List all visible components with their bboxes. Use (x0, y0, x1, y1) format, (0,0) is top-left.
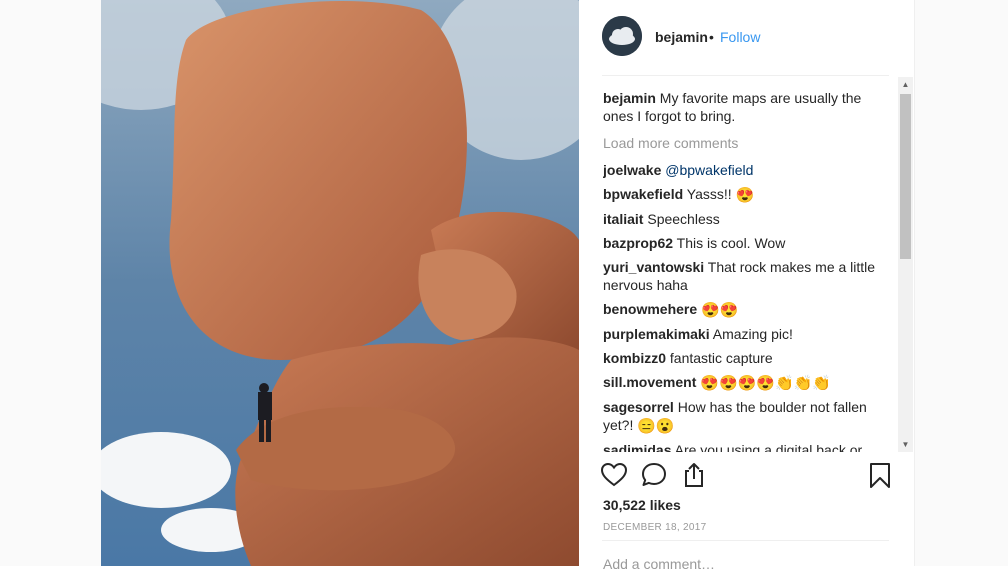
comment-item: sadimidas Are you using a digital back o… (603, 441, 889, 452)
post-date: DECEMBER 18, 2017 (603, 522, 707, 533)
share-icon (685, 463, 703, 487)
comment-item: sagesorrel How has the boulder not falle… (603, 398, 889, 435)
post-photo[interactable] (101, 0, 579, 566)
comment-username[interactable]: joelwake (603, 162, 661, 178)
comment-item: joelwake @bpwakefield (603, 161, 889, 179)
comment-item: sill.movement 😍😍😍😍👏👏👏 (603, 373, 889, 392)
add-comment-input[interactable]: Add a comment… (603, 556, 715, 572)
comment-username[interactable]: sill.movement (603, 374, 696, 390)
comment-item: bazprop62 This is cool. Wow (603, 234, 889, 252)
comment-item: benowmehere 😍😍 (603, 300, 889, 319)
scroll-down-arrow-icon[interactable]: ▼ (898, 437, 913, 452)
comment-username[interactable]: italiait (603, 211, 643, 227)
comment-username[interactable]: sagesorrel (603, 399, 674, 415)
caption-username[interactable]: bejamin (603, 90, 656, 106)
comment-text: Amazing pic! (712, 326, 793, 342)
comment-item: yuri_vantowski That rock makes me a litt… (603, 258, 889, 294)
comment-username[interactable]: sadimidas (603, 442, 671, 452)
comment-text: fantastic capture (669, 350, 773, 366)
separator-dot: • (709, 29, 714, 45)
load-more-comments-button[interactable]: Load more comments (603, 134, 889, 152)
comment-text: Yasss!! (686, 186, 732, 202)
post-header: bejamin • Follow (579, 0, 914, 75)
comment-username[interactable]: kombizz0 (603, 350, 666, 366)
comment-username[interactable]: yuri_vantowski (603, 259, 704, 275)
post-author-username[interactable]: bejamin (655, 29, 708, 45)
share-button[interactable] (679, 460, 709, 490)
comment-emoji: 😑😮 (637, 418, 675, 435)
scrollbar-thumb[interactable] (900, 94, 911, 259)
comment-item: bpwakefield Yasss!! 😍 (603, 185, 889, 204)
cloud-icon (602, 16, 642, 56)
save-button[interactable] (865, 460, 895, 490)
comments-list[interactable]: bejamin My favorite maps are usually the… (603, 76, 889, 452)
follow-button[interactable]: Follow (720, 29, 760, 45)
comment-text: Are you using a digital back or (674, 442, 863, 452)
scroll-up-arrow-icon[interactable]: ▲ (898, 77, 913, 92)
avatar[interactable] (602, 16, 642, 56)
likes-count[interactable]: 30,522 likes (603, 497, 681, 513)
comment-username[interactable]: benowmehere (603, 301, 697, 317)
comment-text: This is cool. Wow (676, 235, 786, 251)
post-details-panel: bejamin • Follow bejamin My favorite map… (579, 0, 915, 572)
comment-emoji: 😍 (735, 187, 755, 204)
comment-icon (642, 463, 666, 486)
comment-divider (602, 540, 889, 541)
comment-item: purplemakimaki Amazing pic! (603, 325, 889, 343)
bookmark-icon (870, 463, 890, 488)
caption: bejamin My favorite maps are usually the… (603, 89, 889, 125)
comment-emoji: 😍😍 (701, 302, 739, 319)
comment-item: italiait Speechless (603, 210, 889, 228)
heart-icon (600, 462, 628, 487)
comment-item: kombizz0 fantastic capture (603, 349, 889, 367)
comment-text: Speechless (647, 211, 720, 227)
comment-mention[interactable]: @bpwakefield (665, 162, 753, 178)
like-button[interactable] (599, 460, 629, 490)
post-actions (579, 458, 914, 494)
comment-username[interactable]: purplemakimaki (603, 326, 710, 342)
comment-username[interactable]: bazprop62 (603, 235, 673, 251)
comments-scrollbar[interactable]: ▲ ▼ (898, 77, 913, 452)
comment-button[interactable] (639, 460, 669, 490)
comment-emoji: 😍😍😍😍👏👏👏 (700, 375, 832, 392)
comment-username[interactable]: bpwakefield (603, 186, 683, 202)
